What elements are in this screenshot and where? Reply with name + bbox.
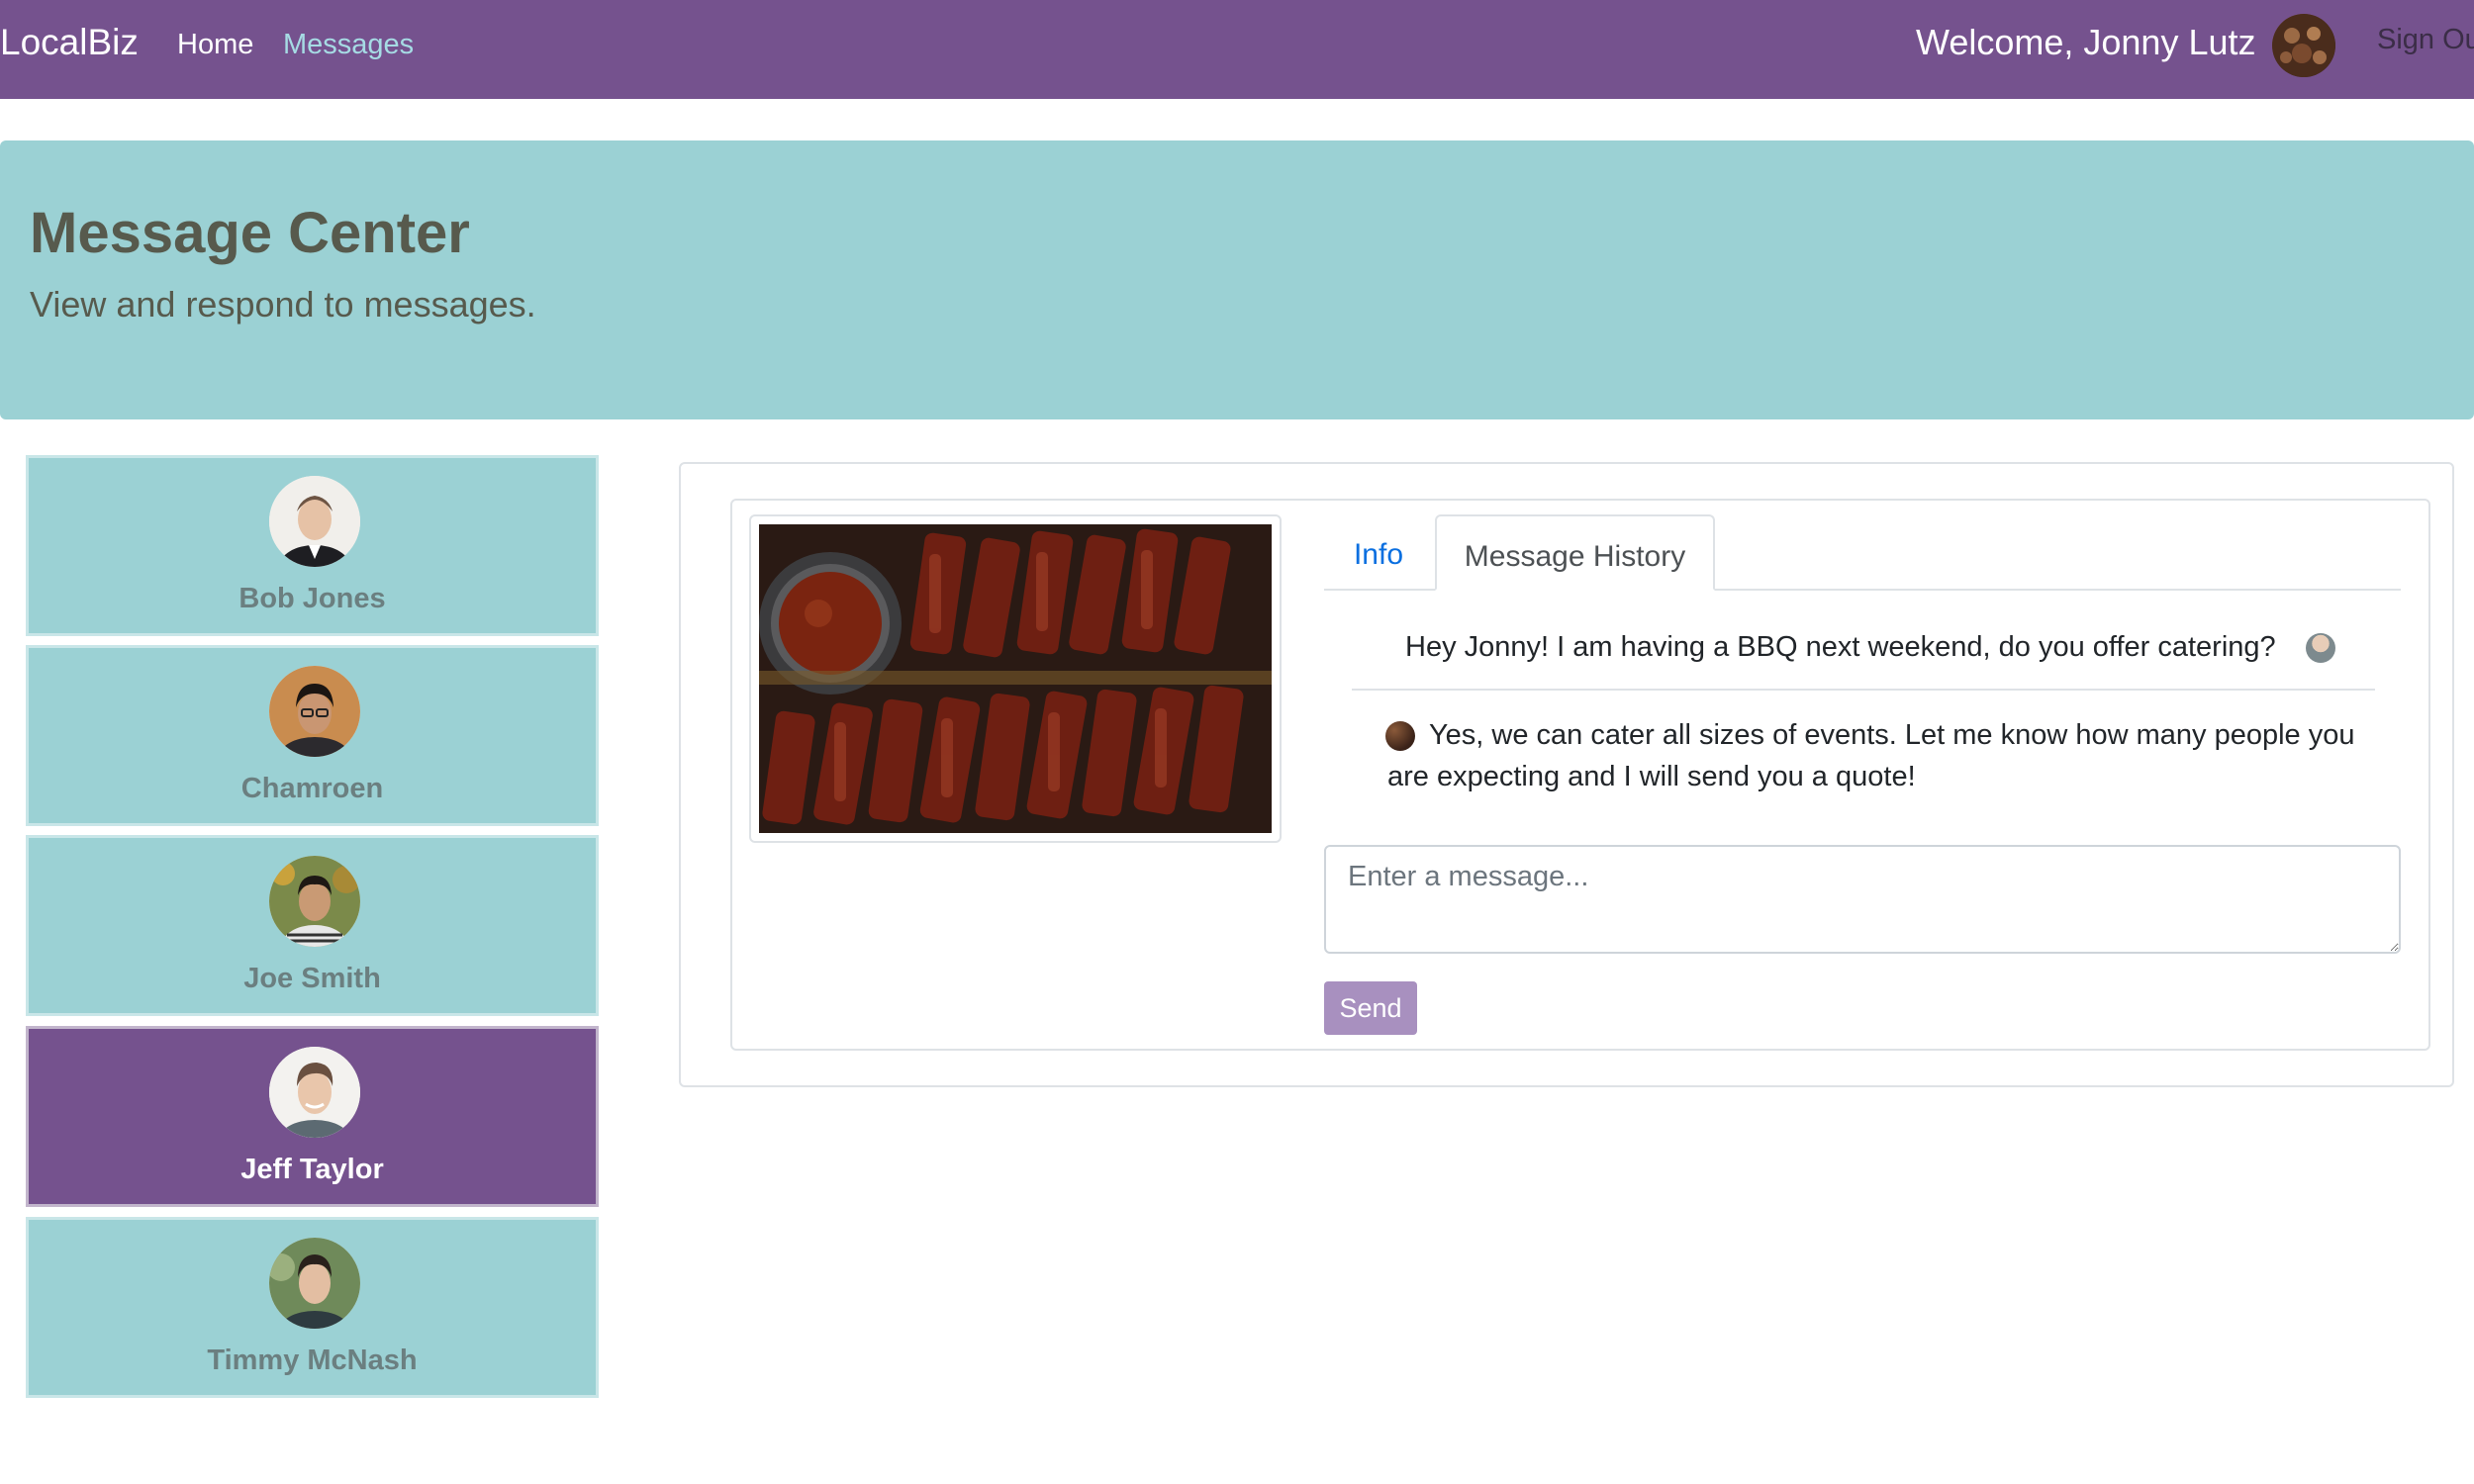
contact-card-timmy-mcnash[interactable]: Timmy McNash [26, 1217, 599, 1398]
message-text: Hey Jonny! I am having a BBQ next weeken… [1405, 631, 2276, 663]
contact-card-chamroen[interactable]: Chamroen [26, 645, 599, 826]
contact-avatar [269, 476, 360, 567]
send-button[interactable]: Send [1324, 981, 1417, 1035]
bbq-ribs-image [759, 524, 1272, 833]
page-title: Message Center [30, 201, 470, 265]
contact-avatar [269, 666, 360, 757]
top-navbar: LocalBiz Home Messages Welcome, Jonny Lu… [0, 0, 2474, 99]
contact-avatar [269, 1238, 360, 1329]
page-header: Message Center View and respond to messa… [0, 140, 2474, 419]
contact-name: Bob Jones [238, 583, 386, 614]
tab-info[interactable]: Info [1324, 514, 1433, 591]
brand-logo[interactable]: LocalBiz [0, 22, 139, 63]
user-avatar[interactable] [2272, 14, 2335, 77]
contact-name: Timmy McNash [207, 1345, 418, 1376]
message-item: Hey Jonny! I am having a BBQ next weeken… [1405, 626, 2276, 668]
business-photo [749, 514, 1282, 843]
contact-avatar [269, 856, 360, 947]
contact-card-joe-smith[interactable]: Joe Smith [26, 835, 599, 1016]
contact-name: Jeff Taylor [240, 1154, 384, 1185]
contact-name: Joe Smith [243, 963, 381, 994]
tab-message-history[interactable]: Message History [1435, 514, 1715, 591]
contact-avatar [269, 1047, 360, 1138]
contact-card-bob-jones[interactable]: Bob Jones [26, 455, 599, 636]
user-avatar-image [2272, 14, 2335, 77]
message-text: Yes, we can cater all sizes of events. L… [1387, 719, 2355, 792]
sender-avatar [2306, 633, 2335, 663]
message-input[interactable] [1324, 845, 2401, 954]
nav-messages-link[interactable]: Messages [283, 29, 414, 61]
message-divider [1352, 689, 2375, 691]
contact-name: Chamroen [240, 773, 384, 804]
welcome-text: Welcome, Jonny Lutz [1916, 22, 2256, 62]
nav-home-link[interactable]: Home [177, 29, 253, 61]
contact-card-jeff-taylor[interactable]: Jeff Taylor [26, 1026, 599, 1207]
page-subtitle: View and respond to messages. [30, 284, 536, 325]
message-item: Yes, we can cater all sizes of events. L… [1387, 714, 2357, 797]
sign-out-link[interactable]: Sign Ou [2377, 24, 2474, 56]
